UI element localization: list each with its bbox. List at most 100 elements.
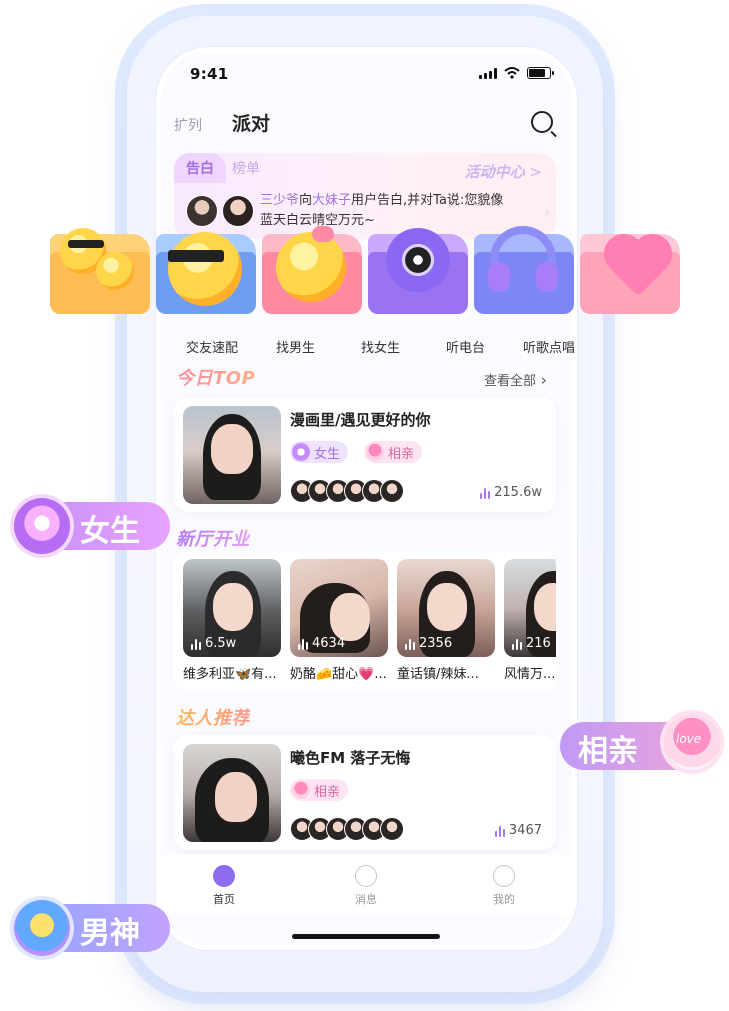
category-icon-find-girls[interactable] xyxy=(262,222,362,320)
category-labels: 交友速配 找男生 找女生 听电台 听歌点唱 xyxy=(156,337,577,357)
flower-icon xyxy=(14,498,70,554)
category-label[interactable]: 听歌点唱 xyxy=(523,337,575,356)
talent-room-card[interactable]: 曦色FM 落子无悔 相亲 3467 xyxy=(174,735,556,850)
heat-bars-icon xyxy=(480,487,491,499)
sunglasses-icon xyxy=(68,240,104,248)
receiver-name[interactable]: 大妹子 xyxy=(312,193,351,208)
floating-tag-god: 男神 xyxy=(14,900,170,956)
signal-icon xyxy=(479,67,497,79)
wifi-icon xyxy=(504,67,520,79)
category-label[interactable]: 听电台 xyxy=(446,337,485,356)
heat-value: 3467 xyxy=(508,823,542,838)
avatar xyxy=(380,479,404,503)
love-heart-icon: love xyxy=(664,714,720,770)
see-all-link[interactable]: 查看全部 xyxy=(484,370,547,389)
status-bar: 9:41 xyxy=(156,47,577,101)
floating-tag-label: 相亲 xyxy=(578,734,638,769)
room-title: 漫画里/遇见更好的你 xyxy=(290,411,431,429)
status-time: 9:41 xyxy=(190,65,229,83)
heat-value: 215.6w xyxy=(494,485,542,500)
avatar xyxy=(380,817,404,841)
bow-icon xyxy=(312,226,334,242)
tab-ranking[interactable]: 榜单 xyxy=(232,158,260,178)
tab-kuolie[interactable]: 扩列 xyxy=(174,115,202,135)
count-value: 6.5w xyxy=(205,636,237,651)
floating-tag-label: 男神 xyxy=(80,916,140,951)
hall-count: 4634 xyxy=(298,636,345,651)
section-title-new-halls: 新厅开业 xyxy=(176,525,250,551)
hall-count: 6.5w xyxy=(191,636,236,651)
tag-girl: 女生 xyxy=(290,441,349,463)
category-icon-love[interactable] xyxy=(580,222,680,320)
tab-confession[interactable]: 告白 xyxy=(174,153,226,183)
tag-label: 相亲 xyxy=(388,446,415,462)
headphone-cup-icon xyxy=(536,262,558,292)
tab-mine[interactable]: 我的 xyxy=(474,865,534,907)
tag-label: 相亲 xyxy=(314,784,341,800)
star-icon xyxy=(14,900,70,956)
wink-smiley-icon xyxy=(276,232,346,302)
hall-name: 童话镇/辣妹... xyxy=(397,667,479,682)
top-room-card[interactable]: 漫画里/遇见更好的你 女生 相亲 215.6w xyxy=(174,397,556,512)
category-icon-radio[interactable] xyxy=(368,222,468,320)
tab-home[interactable]: 首页 xyxy=(194,865,254,907)
flower-icon xyxy=(292,443,310,461)
hall-name: 风情万... xyxy=(504,667,556,682)
hall-name: 奶酪🧀甜心💗... xyxy=(290,667,387,682)
tag-date: 相亲 xyxy=(290,779,349,801)
room-title: 曦色FM 落子无悔 xyxy=(290,749,411,767)
top-nav: 扩列 派对 xyxy=(156,101,577,147)
smiley-icon xyxy=(96,252,134,290)
category-icon-song-request[interactable] xyxy=(474,222,574,320)
category-label[interactable]: 找女生 xyxy=(361,337,400,356)
heart-icon xyxy=(292,781,310,799)
sender-name[interactable]: 三少爷 xyxy=(260,193,299,208)
section-title-today-top: 今日TOP xyxy=(176,364,255,390)
tag-label: 女生 xyxy=(314,446,341,462)
heat-count: 3467 xyxy=(494,823,542,838)
hall-count: 216 xyxy=(512,636,551,651)
bottom-tab-bar: 首页 消息 我的 xyxy=(156,855,577,915)
hall-card[interactable]: 216 风情万... xyxy=(504,559,556,682)
tab-label: 消息 xyxy=(355,893,377,906)
vinyl-disc-icon xyxy=(386,228,450,292)
new-halls-row: 6.5w 维多利亚🦋有... 4634 奶酪🧀甜心💗... 2356 童话镇/辣… xyxy=(174,551,556,691)
message-icon xyxy=(355,865,377,887)
profile-icon xyxy=(493,865,515,887)
search-icon[interactable] xyxy=(531,111,553,133)
home-icon xyxy=(213,865,235,887)
phone-screen: 9:41 扩列 派对 告白 榜单 活动中心 三少爷向大妹子用户告白,并对Ta说:… xyxy=(155,46,578,951)
room-thumbnail xyxy=(183,744,281,842)
cool-smiley-icon xyxy=(168,232,242,306)
hall-count: 2356 xyxy=(405,636,452,651)
headphone-cup-icon xyxy=(488,262,510,292)
hall-card[interactable]: 6.5w 维多利亚🦋有... xyxy=(183,559,281,682)
floating-tag-label: 女生 xyxy=(80,514,140,549)
hall-card[interactable]: 2356 童话镇/辣妹... xyxy=(397,559,495,682)
hall-image: 216 xyxy=(504,559,556,657)
chevron-right-icon: › xyxy=(544,205,550,221)
hall-name: 维多利亚🦋有... xyxy=(183,667,277,682)
heat-bars-icon xyxy=(494,825,505,837)
app-stage: 9:41 扩列 派对 告白 榜单 活动中心 三少爷向大妹子用户告白,并对Ta说:… xyxy=(0,0,729,1011)
love-heart-text: love xyxy=(676,732,702,746)
hall-image: 6.5w xyxy=(183,559,281,657)
activity-center-link[interactable]: 活动中心 xyxy=(465,161,542,182)
category-icons-row xyxy=(46,222,686,322)
category-label[interactable]: 交友速配 xyxy=(186,337,238,356)
hall-card[interactable]: 4634 奶酪🧀甜心💗... xyxy=(290,559,388,682)
floating-tag-girl: 女生 xyxy=(14,498,170,554)
hall-image: 2356 xyxy=(397,559,495,657)
category-icon-find-boys[interactable] xyxy=(156,222,256,320)
home-indicator xyxy=(292,934,440,939)
category-icon-make-friends[interactable] xyxy=(50,222,150,320)
tab-label: 我的 xyxy=(493,893,515,906)
category-label[interactable]: 找男生 xyxy=(276,337,315,356)
tab-party[interactable]: 派对 xyxy=(232,109,270,136)
hall-image: 4634 xyxy=(290,559,388,657)
tab-messages[interactable]: 消息 xyxy=(336,865,396,907)
sunglasses-icon xyxy=(168,250,224,262)
count-value: 216 xyxy=(526,636,551,651)
tag-date: 相亲 xyxy=(364,441,423,463)
message-text: 向 xyxy=(299,193,313,208)
